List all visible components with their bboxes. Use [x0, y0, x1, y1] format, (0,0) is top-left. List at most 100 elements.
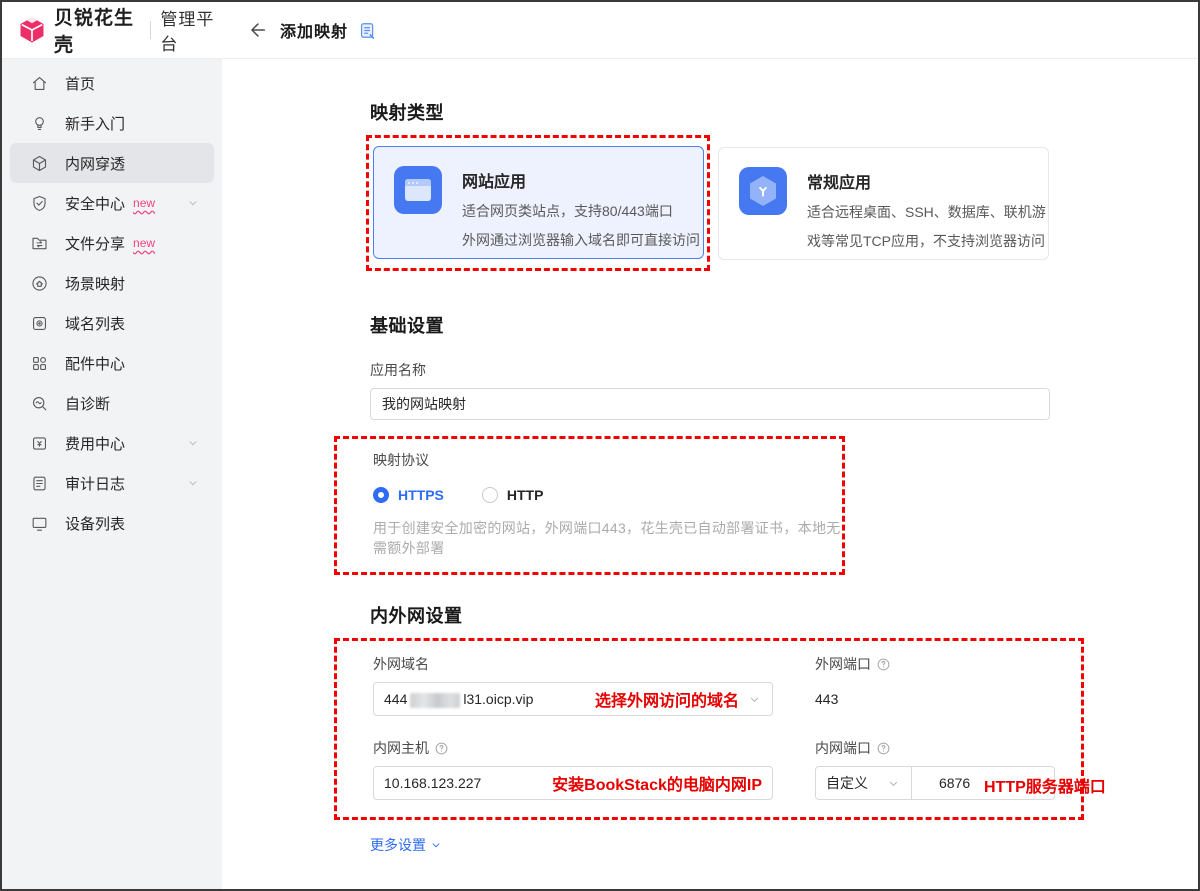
- radio-https[interactable]: [373, 487, 389, 503]
- radio-http[interactable]: [481, 487, 498, 503]
- sidebar-item-label: 费用中心: [65, 435, 126, 453]
- protocol-radio-group: HTTPS HTTP: [373, 487, 842, 503]
- domain-prefix: 444: [384, 691, 408, 707]
- sidebar-item-label: 审计日志: [65, 475, 126, 493]
- internal-host-label-row: 内网主机: [373, 738, 773, 758]
- sidebar-item-self-diagnosis[interactable]: 自诊断: [10, 383, 214, 423]
- internal-host-value: 10.168.123.227: [384, 775, 482, 791]
- sidebar-item-getting-started[interactable]: 新手入门: [10, 103, 214, 143]
- app-name-input[interactable]: [370, 388, 1050, 420]
- mapping-type-heading: 映射类型: [370, 103, 444, 123]
- billing-icon: [30, 434, 49, 453]
- accessories-icon: [30, 354, 49, 373]
- more-settings-link[interactable]: 更多设置: [370, 835, 443, 855]
- tutorial-highlight-box-network: 外网域名 外网端口 444 l31.oicp.vip 选择外网访问的域名 443: [334, 638, 1106, 820]
- brand-suffix: 管理平台: [160, 10, 215, 54]
- port-mode-value: 自定义: [826, 775, 868, 791]
- sidebar-item-intranet-penetration[interactable]: 内网穿透: [10, 143, 214, 183]
- card-description: 适合网页类站点，支持80/443端口 外网通过浏览器输入域名即可直接访问: [462, 203, 700, 248]
- sidebar-item-label: 自诊断: [65, 395, 111, 413]
- domain-suffix: l31.oicp.vip: [463, 691, 534, 707]
- brand-divider: [149, 21, 151, 39]
- page-title: 添加映射: [280, 24, 349, 41]
- topbar: 贝锐花生壳 管理平台 添加映射: [2, 2, 1198, 59]
- main-panel: 映射类型 网站应用 适合网页类站点，支持80/443端口 外网通过浏览器输入域名…: [222, 60, 1198, 889]
- radio-https-label[interactable]: HTTPS: [398, 487, 444, 503]
- card-description: 适合远程桌面、SSH、数据库、联机游 戏等常见TCP应用，不支持浏览器访问: [807, 204, 1046, 249]
- basic-settings-heading: 基础设置: [370, 316, 444, 336]
- website-app-icon: [394, 166, 442, 214]
- card-title: 网站应用: [462, 174, 527, 191]
- app-window: 贝锐花生壳 管理平台 添加映射 首页 新手入门 内网穿透 安全中心 new 文件…: [0, 0, 1200, 891]
- sidebar-item-label: 配件中心: [65, 355, 126, 373]
- sidebar-item-label: 域名列表: [65, 315, 126, 333]
- scene-icon: [30, 274, 49, 293]
- internal-port-mode-select[interactable]: 自定义: [815, 766, 912, 800]
- file-share-icon: [30, 234, 49, 253]
- sidebar-item-device-list[interactable]: 设备列表: [10, 503, 214, 543]
- chevron-down-icon: [886, 776, 901, 791]
- internal-port-label-row: 内网端口: [815, 738, 891, 758]
- question-circle-icon[interactable]: [876, 657, 891, 672]
- radio-http-label[interactable]: HTTP: [507, 487, 544, 503]
- sidebar-item-label: 场景映射: [65, 275, 126, 293]
- sidebar-item-label: 文件分享: [65, 235, 126, 253]
- sidebar-item-scene-mapping[interactable]: 场景映射: [10, 263, 214, 303]
- sidebar-item-accessories-center[interactable]: 配件中心: [10, 343, 214, 383]
- sidebar-item-audit-log[interactable]: 审计日志: [10, 463, 214, 503]
- regular-app-icon: [739, 167, 787, 215]
- chevron-down-icon[interactable]: [186, 476, 200, 490]
- sidebar-item-label: 安全中心: [65, 195, 126, 213]
- device-icon: [30, 514, 49, 533]
- sidebar-item-security-center[interactable]: 安全中心 new: [10, 183, 214, 223]
- host-annotation: 安装BookStack的电脑内网IP: [552, 777, 762, 794]
- page-head: 添加映射: [246, 18, 377, 42]
- domain-annotation: 选择外网访问的域名: [594, 693, 739, 710]
- new-badge: new: [133, 196, 156, 210]
- card-regular-app[interactable]: 常规应用 适合远程桌面、SSH、数据库、联机游 戏等常见TCP应用，不支持浏览器…: [718, 147, 1049, 260]
- home-icon: [30, 74, 49, 93]
- brand-name: 贝锐花生壳: [54, 8, 135, 56]
- protocol-label: 映射协议: [373, 452, 429, 468]
- shield-icon: [30, 194, 49, 213]
- chevron-down-icon: [429, 838, 443, 852]
- sidebar-item-label: 设备列表: [65, 515, 126, 533]
- diagnose-icon: [30, 394, 49, 413]
- sidebar-item-label: 内网穿透: [65, 155, 126, 173]
- external-port-value: 443: [815, 691, 839, 707]
- network-settings-heading: 内外网设置: [370, 606, 463, 626]
- sidebar-item-label: 新手入门: [65, 115, 126, 133]
- internal-port-input[interactable]: 6876 HTTP服务器端口: [912, 766, 1106, 800]
- sidebar-item-file-share[interactable]: 文件分享 new: [10, 223, 214, 263]
- cube-icon: [30, 154, 49, 173]
- chevron-down-icon[interactable]: [186, 436, 200, 450]
- back-icon[interactable]: [246, 19, 268, 41]
- mapping-type-cards: 网站应用 适合网页类站点，支持80/443端口 外网通过浏览器输入域名即可直接访…: [366, 135, 1198, 271]
- domain-icon: [30, 314, 49, 333]
- tutorial-highlight-box-mapping-type: 网站应用 适合网页类站点，支持80/443端口 外网通过浏览器输入域名即可直接访…: [366, 135, 710, 271]
- external-domain-select[interactable]: 444 l31.oicp.vip 选择外网访问的域名: [373, 682, 773, 716]
- sidebar-item-home[interactable]: 首页: [10, 63, 214, 103]
- app-name-label: 应用名称: [370, 362, 426, 378]
- logo-area: 贝锐花生壳 管理平台: [2, 2, 222, 58]
- brand-logo-icon: [18, 16, 46, 44]
- external-port-label-row: 外网端口: [815, 654, 891, 674]
- sidebar: 首页 新手入门 内网穿透 安全中心 new 文件分享 new 场景映射 域名列表: [2, 59, 222, 889]
- tutorial-highlight-box-protocol: 映射协议 HTTPS HTTP 用于创建安全加密的网站，外网端口443，花生壳已…: [334, 436, 845, 575]
- protocol-hint: 用于创建安全加密的网站，外网端口443，花生壳已自动部署证书，本地无需额外部署: [373, 520, 841, 556]
- chevron-down-icon[interactable]: [186, 196, 200, 210]
- port-annotation: HTTP服务器端口: [984, 779, 1106, 796]
- sidebar-item-domain-list[interactable]: 域名列表: [10, 303, 214, 343]
- question-circle-icon[interactable]: [876, 741, 891, 756]
- help-doc-icon[interactable]: [358, 21, 377, 40]
- question-circle-icon[interactable]: [434, 741, 449, 756]
- y-glyph: [754, 182, 772, 200]
- internal-host-input[interactable]: 10.168.123.227 安装BookStack的电脑内网IP: [373, 766, 773, 800]
- audit-icon: [30, 474, 49, 493]
- internal-port-value: 6876: [939, 775, 971, 791]
- card-website-app[interactable]: 网站应用 适合网页类站点，支持80/443端口 外网通过浏览器输入域名即可直接访…: [373, 146, 704, 259]
- sidebar-item-label: 首页: [65, 75, 96, 93]
- card-title: 常规应用: [807, 175, 872, 192]
- sidebar-item-billing-center[interactable]: 费用中心: [10, 423, 214, 463]
- new-badge: new: [133, 236, 156, 250]
